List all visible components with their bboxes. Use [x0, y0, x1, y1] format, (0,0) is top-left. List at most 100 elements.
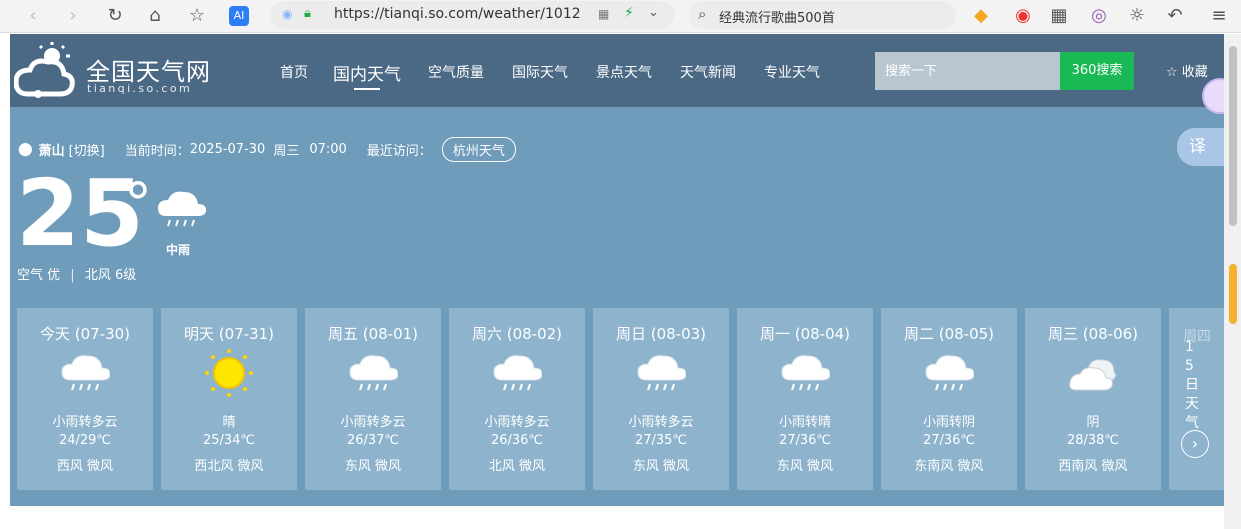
forecast-day: 周一 (08-04)	[759, 325, 851, 343]
rain-icon	[60, 348, 111, 398]
search-icon: ⌕	[698, 5, 707, 23]
forecast-condition: 小雨转多云	[340, 415, 406, 430]
nav-domestic[interactable]: 国内天气	[333, 60, 401, 85]
lock-icon: 🔒︎	[304, 6, 311, 21]
forecast-wind: 北风 微风	[488, 459, 546, 474]
favorite-label: 收藏	[1181, 65, 1208, 80]
extension-icon[interactable]: ◎	[1088, 5, 1110, 27]
rain-icon	[158, 191, 206, 227]
forecast-card[interactable]: 周三 (08-06) 阴 28/38℃ 西南风 微风	[1025, 308, 1161, 490]
nav-scenic[interactable]: 景点天气	[596, 62, 652, 82]
site-info-icon[interactable]: ◉	[282, 7, 292, 21]
chevron-right-icon[interactable]: ›	[1181, 430, 1209, 458]
rain-icon	[348, 348, 399, 398]
time-label: 当前时间：	[124, 144, 190, 159]
forecast-card[interactable]: 周二 (08-05) 小雨转阴 27/36℃ 东南风 微风	[881, 308, 1017, 490]
browser-toolbar: ‹ › ↻ ⌂ ☆ AI ◉ 🔒︎ https://tianqi.so.com/…	[0, 0, 1241, 33]
forecast-condition: 小雨转多云	[484, 415, 550, 430]
forecast-card[interactable]: 今天 (07-30) 小雨转多云 24/29℃ 西风 微风	[17, 308, 153, 490]
url-text: https://tianqi.so.com/weather/1012	[334, 6, 581, 22]
forecast-temp: 25/34℃	[202, 433, 256, 448]
forecast-wind: 东风 微风	[632, 459, 690, 474]
address-bar[interactable]: ◉ 🔒︎ https://tianqi.so.com/weather/1012 …	[270, 1, 675, 29]
sun-icon	[204, 348, 254, 398]
chevron-down-icon[interactable]: ⌄	[648, 5, 659, 20]
air-quality[interactable]: 空气 优	[17, 268, 60, 283]
air-wind-row: 空气 优 | 北风 6级	[17, 264, 136, 283]
forecast-condition: 小雨转多云	[628, 415, 694, 430]
browser-search-text: 经典流行歌曲500首	[719, 11, 835, 26]
translate-button[interactable]: 译	[1177, 128, 1225, 166]
wind-now: 北风 6级	[84, 268, 137, 283]
site-search-input[interactable]	[875, 52, 1061, 90]
forecast-card[interactable]: 周一 (08-04) 小雨转晴 27/36℃ 东风 微风	[737, 308, 873, 490]
bolt-icon[interactable]: ⚡︎	[624, 5, 634, 21]
forecast-condition: 小雨转晴	[778, 415, 831, 430]
location-row: ⬤ 萧山 [切换] 当前时间： 2025-07-30 周三 07:00 最近访问…	[18, 137, 516, 162]
nav-news[interactable]: 天气新闻	[680, 62, 736, 82]
menu-icon[interactable]: ≡	[1208, 5, 1230, 27]
site-search-button[interactable]: 360搜索	[1060, 52, 1134, 90]
recent-label: 最近访问：	[366, 144, 432, 159]
forecast-wind: 西北风 微风	[194, 459, 264, 474]
weibo-icon[interactable]: ◉	[1012, 5, 1034, 27]
forecast-condition: 阴	[1086, 415, 1100, 430]
star-icon[interactable]: ☆	[186, 5, 208, 27]
nav-international[interactable]: 国际天气	[512, 62, 568, 82]
forecast-temp: 26/37℃	[346, 433, 400, 448]
brightness-icon[interactable]: ☼	[1126, 5, 1148, 27]
more-days-card[interactable]: 周四 15日天气 ›	[1169, 308, 1224, 490]
nav-home[interactable]: 首页	[280, 62, 308, 82]
nav-air-quality[interactable]: 空气质量	[428, 62, 484, 82]
current-weekday: 周三	[273, 144, 300, 159]
site-header: 全国天气网 tianqi.so.com 首页 国内天气 空气质量 国际天气 景点…	[10, 34, 1224, 107]
forecast-day: 周二 (08-05)	[903, 325, 995, 343]
switch-city-link[interactable]: [切换]	[69, 140, 105, 159]
forecast-day: 周日 (08-03)	[615, 325, 707, 343]
forward-icon[interactable]: ›	[62, 5, 84, 27]
city-name: 萧山	[38, 144, 65, 159]
weather-page: 全国天气网 tianqi.so.com 首页 国内天气 空气质量 国际天气 景点…	[10, 34, 1224, 529]
forecast-wind: 东南风 微风	[914, 459, 984, 474]
qr-icon[interactable]: ▦	[598, 7, 609, 21]
forecast-condition: 小雨转多云	[52, 415, 118, 430]
browser-search-box[interactable]: ⌕ 经典流行歌曲500首	[689, 1, 956, 29]
scrollbar-thumb[interactable]	[1229, 46, 1237, 226]
forecast-card[interactable]: 明天 (07-31) 晴 25/34℃ 西北风 微风	[161, 308, 297, 490]
forecast-temp: 24/29℃	[58, 433, 112, 448]
ai-icon[interactable]: AI	[229, 6, 249, 26]
home-icon[interactable]: ⌂	[144, 5, 166, 27]
degree-symbol: °	[124, 172, 152, 237]
nav-active-underline	[354, 88, 380, 90]
forecast-wind: 东风 微风	[776, 459, 834, 474]
forecast-condition: 小雨转阴	[922, 415, 975, 430]
vertical-scrollbar[interactable]	[1224, 34, 1241, 529]
forecast-temp: 28/38℃	[1066, 433, 1120, 448]
separator: |	[70, 268, 75, 283]
forecast-day: 周三 (08-06)	[1047, 325, 1139, 343]
forecast-card[interactable]: 周五 (08-01) 小雨转多云 26/37℃ 东风 微风	[305, 308, 441, 490]
forecast-wind: 西风 微风	[56, 459, 114, 474]
undo-icon[interactable]: ↶	[1164, 5, 1186, 27]
forecast-temp: 27/36℃	[778, 433, 832, 448]
forecast-day: 周六 (08-02)	[471, 325, 563, 343]
forecast-temp: 27/36℃	[922, 433, 976, 448]
recent-city-pill[interactable]: 杭州天气	[441, 137, 516, 162]
refresh-icon[interactable]: ↻	[104, 5, 126, 27]
fifteen-day-link[interactable]: 15日天气	[1185, 338, 1199, 433]
nav-professional[interactable]: 专业天气	[764, 62, 820, 82]
forecast-day: 周五 (08-01)	[327, 325, 419, 343]
current-clock: 07:00	[309, 142, 347, 157]
logo-icon[interactable]	[14, 42, 76, 100]
apps-grid-icon[interactable]: ▦	[1048, 5, 1070, 27]
back-icon[interactable]: ‹	[22, 5, 44, 27]
scroll-marker	[1229, 264, 1237, 324]
forecast-condition: 晴	[222, 415, 236, 430]
favorite-button[interactable]: ☆ 收藏	[1166, 61, 1208, 80]
wallet-icon[interactable]: ◆	[970, 5, 992, 27]
forecast-card[interactable]: 周日 (08-03) 小雨转多云 27/35℃ 东风 微风	[593, 308, 729, 490]
current-condition: 中雨	[166, 243, 191, 257]
location-pin-icon: ⬤	[18, 142, 33, 157]
forecast-card[interactable]: 周六 (08-02) 小雨转多云 26/36℃ 北风 微风	[449, 308, 585, 490]
cloud-icon	[1068, 348, 1118, 398]
